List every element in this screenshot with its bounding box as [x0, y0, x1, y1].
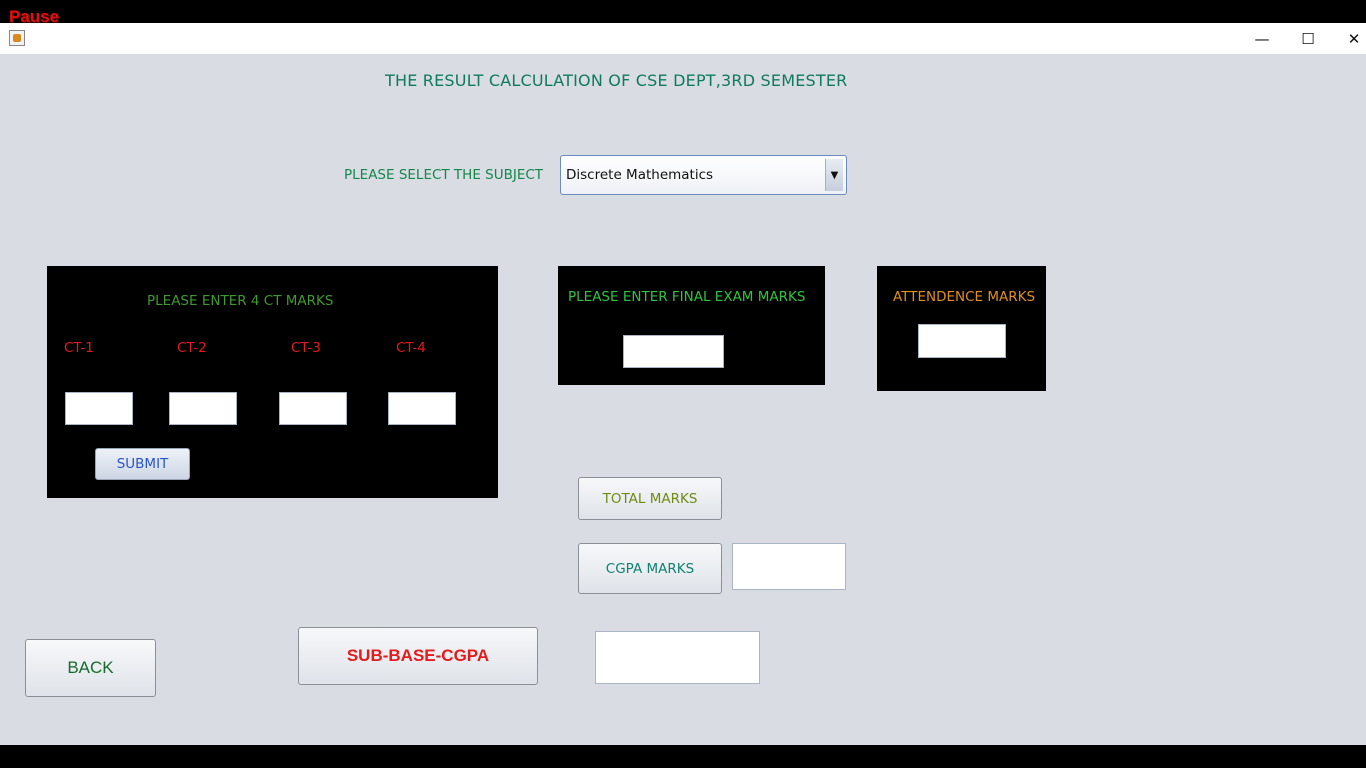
ct-3-label: CT-3: [291, 340, 321, 356]
subject-dropdown[interactable]: Discrete Mathematics ▼: [560, 155, 847, 195]
sub-base-cgpa-button[interactable]: SUB-BASE-CGPA: [298, 627, 538, 685]
final-exam-panel: PLEASE ENTER FINAL EXAM MARKS: [558, 266, 825, 385]
final-exam-input[interactable]: [623, 335, 724, 368]
cgpa-marks-button[interactable]: CGPA MARKS: [578, 543, 722, 594]
subject-label: PLEASE SELECT THE SUBJECT: [344, 167, 544, 183]
java-app-icon: [9, 30, 25, 46]
final-exam-heading: PLEASE ENTER FINAL EXAM MARKS: [568, 289, 806, 305]
maximize-button[interactable]: ☐: [1285, 23, 1331, 54]
minimize-button[interactable]: —: [1239, 23, 1285, 54]
total-marks-button[interactable]: TOTAL MARKS: [578, 477, 722, 520]
title-bar: — ☐ ✕: [0, 23, 1366, 54]
page-title: THE RESULT CALCULATION OF CSE DEPT,3RD S…: [385, 71, 848, 90]
ct-3-input[interactable]: [279, 392, 347, 425]
attendance-input[interactable]: [918, 324, 1006, 358]
ct-2-input[interactable]: [169, 392, 237, 425]
attendance-heading: ATTENDENCE MARKS: [893, 289, 1036, 305]
ct-4-input[interactable]: [388, 392, 456, 425]
ct-2-label: CT-2: [177, 340, 207, 356]
subject-selected-value: Discrete Mathematics: [566, 167, 714, 183]
ct-4-label: CT-4: [396, 340, 426, 356]
close-button[interactable]: ✕: [1331, 23, 1366, 54]
attendance-panel: ATTENDENCE MARKS: [877, 266, 1046, 391]
ct-panel-heading: PLEASE ENTER 4 CT MARKS: [147, 293, 334, 309]
app-window: — ☐ ✕ THE RESULT CALCULATION OF CSE DEPT…: [0, 23, 1366, 745]
sub-base-cgpa-output-field[interactable]: [595, 631, 760, 684]
ct-marks-panel: PLEASE ENTER 4 CT MARKS CT-1 CT-2 CT-3 C…: [47, 266, 498, 498]
ct-1-label: CT-1: [64, 340, 94, 356]
submit-button[interactable]: SUBMIT: [95, 448, 190, 480]
dropdown-arrow-icon[interactable]: ▼: [825, 159, 843, 191]
cgpa-output-field[interactable]: [732, 543, 846, 590]
back-button[interactable]: BACK: [25, 639, 156, 697]
client-area: THE RESULT CALCULATION OF CSE DEPT,3RD S…: [0, 54, 1366, 745]
ct-1-input[interactable]: [65, 392, 133, 425]
